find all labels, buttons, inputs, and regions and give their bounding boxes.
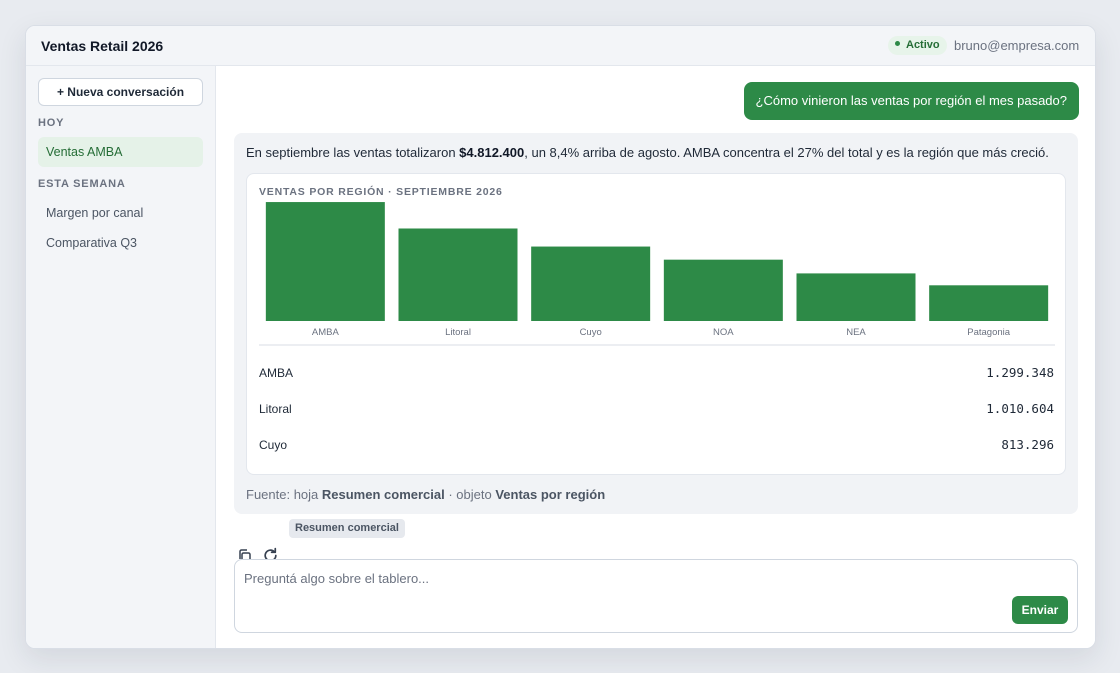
chart-title: VENTAS POR REGIÓN · SEPTIEMBRE 2026 xyxy=(259,186,503,198)
row-value: 813.296 xyxy=(1001,437,1054,452)
source-chip[interactable]: Resumen comercial xyxy=(289,519,405,538)
user-email: bruno@empresa.com xyxy=(954,38,1080,53)
x-tick-label: Cuyo xyxy=(580,327,602,338)
row-name: AMBA xyxy=(259,366,294,380)
table-row: AMBA 1.299.348 xyxy=(259,355,1054,391)
header: Ventas Retail 2026 Activo bruno@empresa.… xyxy=(26,26,1095,66)
x-tick-label: NEA xyxy=(846,327,866,338)
answer-total: $4.812.400 xyxy=(459,145,525,160)
bar-chart: AMBA Litoral Cuyo NOA NEA Patagonia xyxy=(259,202,1055,346)
app-title: Ventas Retail 2026 xyxy=(41,38,164,54)
answer-intro-before: En septiembre las ventas totalizaron xyxy=(246,145,460,160)
chart-card: VENTAS POR REGIÓN · SEPTIEMBRE 2026 AMBA… xyxy=(246,173,1066,475)
sidebar: + Nueva conversación HOY Ventas AMBA EST… xyxy=(26,66,216,648)
source-sheet: Resumen comercial xyxy=(321,487,445,502)
send-button[interactable]: Enviar xyxy=(1012,596,1068,624)
row-name: Cuyo xyxy=(259,438,288,452)
user-message: ¿Cómo vinieron las ventas por región el … xyxy=(743,82,1079,120)
x-tick-label: AMBA xyxy=(312,327,340,338)
app-window: Ventas Retail 2026 Activo bruno@empresa.… xyxy=(25,25,1096,649)
sidebar-item-margen-por-canal[interactable]: Margen por canal xyxy=(38,198,203,228)
message-input[interactable] xyxy=(244,568,1004,588)
status-dot-icon xyxy=(895,41,900,46)
bar-nea xyxy=(796,273,916,321)
row-name: Litoral xyxy=(259,402,292,416)
source-line: Fuente: hoja Resumen comercial · objeto … xyxy=(246,487,605,502)
x-tick-label: NOA xyxy=(713,327,734,338)
bar-noa xyxy=(663,259,783,321)
answer-intro-after: , un 8,4% arriba de agosto. AMBA concent… xyxy=(524,145,1049,160)
sidebar-section-hoy: HOY xyxy=(38,117,65,129)
sidebar-section-esta-semana: ESTA SEMANA xyxy=(38,178,126,190)
bar-patagonia xyxy=(929,285,1049,321)
composer: Enviar xyxy=(234,559,1078,633)
sidebar-item-comparativa-q3[interactable]: Comparativa Q3 xyxy=(38,228,203,258)
bar-amba xyxy=(265,202,385,321)
answer-summary: En septiembre las ventas totalizaron $4.… xyxy=(246,145,1049,160)
new-conversation-button[interactable]: + Nueva conversación xyxy=(38,78,203,106)
sidebar-item-ventas-amba[interactable]: Ventas AMBA xyxy=(38,137,203,167)
bar-cuyo xyxy=(531,246,651,321)
row-value: 1.010.604 xyxy=(986,401,1054,416)
row-value: 1.299.348 xyxy=(986,365,1054,380)
assistant-answer: En septiembre las ventas totalizaron $4.… xyxy=(234,133,1078,514)
source-object: Ventas por región xyxy=(495,487,606,502)
table-row: Litoral 1.010.604 xyxy=(259,391,1054,427)
table-row: Cuyo 813.296 xyxy=(259,427,1054,463)
chat-area: ¿Cómo vinieron las ventas por región el … xyxy=(217,66,1095,648)
x-tick-label: Litoral xyxy=(445,327,471,338)
bar-litoral xyxy=(398,228,518,321)
status-label: Activo xyxy=(906,39,940,51)
source-prefix: Fuente: hoja xyxy=(246,487,322,502)
x-tick-label: Patagonia xyxy=(967,327,1011,338)
status-badge: Activo xyxy=(888,36,947,55)
source-mid: · objeto xyxy=(444,487,496,502)
